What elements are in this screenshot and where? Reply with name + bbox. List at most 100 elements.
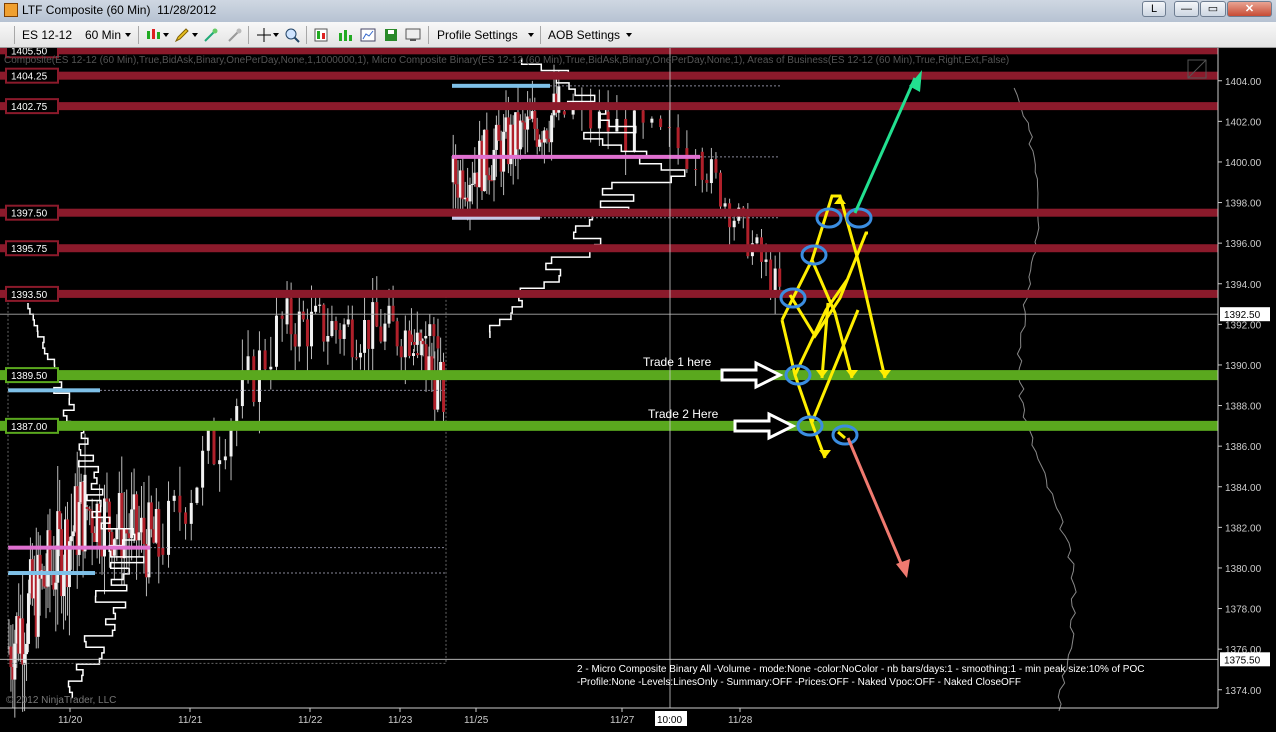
crosshair-time-label: 10:00 [657, 715, 682, 726]
trade-path-arrowhead [819, 450, 831, 458]
resistance-band [0, 289, 1218, 298]
save-icon[interactable] [383, 27, 399, 43]
pencil-icon[interactable] [174, 27, 190, 43]
value-area-line [8, 545, 150, 550]
candle-body [184, 512, 188, 524]
candle-body [13, 643, 17, 680]
zoom-icon[interactable] [284, 27, 300, 43]
candle-body [363, 319, 367, 353]
candle-body [85, 507, 89, 509]
chevron-down-icon[interactable] [125, 33, 131, 37]
properties-icon[interactable] [313, 27, 329, 43]
chart-canvas[interactable]: 1405.501404.251402.751397.501395.751393.… [0, 48, 1276, 732]
candle-body [318, 304, 322, 306]
candle-body [533, 111, 537, 129]
instrument-selector[interactable]: ES 12-12 [22, 28, 72, 42]
window-title: LTF Composite (60 Min) 11/28/2012 [22, 3, 217, 17]
candle-body [280, 315, 284, 319]
candle-body [571, 109, 575, 115]
resistance-band [0, 208, 1218, 217]
chevron-down-icon[interactable] [626, 33, 632, 37]
candle-body [415, 332, 419, 345]
candle-body [314, 305, 318, 312]
price-chart[interactable]: 1405.50 1404.25 1402.75 1397.50 1395.75 1393.… [0, 48, 1276, 732]
chevron-down-icon[interactable] [273, 33, 279, 37]
maximize-button[interactable]: ▭ [1200, 1, 1226, 17]
toolbar-separator [248, 26, 249, 44]
candle-body [468, 184, 472, 202]
minimize-button[interactable]: — [1174, 1, 1199, 17]
support-band [0, 420, 1218, 431]
candle-body [424, 335, 428, 339]
candle-body [269, 366, 273, 370]
candle-body [354, 357, 358, 359]
candle-body [379, 326, 383, 342]
candle-body [350, 319, 354, 358]
time-tick-label: 11/22 [298, 715, 323, 726]
candle-body [667, 127, 671, 129]
indicator-label: Composite(ES 12-12 (60 Min),True,BidAsk,… [4, 55, 1010, 66]
candle-body [137, 532, 141, 541]
candle-body [778, 268, 782, 287]
eraser-icon[interactable] [227, 27, 243, 43]
candle-body [411, 353, 415, 356]
trade-path-line [780, 319, 827, 459]
candle-body [428, 324, 432, 336]
candle-body [105, 498, 109, 502]
resistance-level-label: 1395.75 [11, 244, 48, 255]
candle-body [490, 180, 494, 182]
candle-body [659, 118, 663, 128]
chevron-down-icon[interactable] [192, 33, 198, 37]
candle-body [289, 298, 293, 335]
crosshair-icon[interactable] [256, 27, 272, 43]
candle-body [714, 159, 718, 173]
link-button[interactable]: L [1142, 1, 1166, 17]
aob-settings-button[interactable]: AOB Settings [548, 28, 620, 42]
value-area-line [8, 388, 100, 393]
composite-box [7, 293, 447, 664]
wand-icon[interactable] [203, 27, 219, 43]
candle-body [334, 321, 338, 330]
candle-body [322, 304, 326, 342]
chevron-down-icon[interactable] [163, 33, 169, 37]
candle-body [330, 321, 334, 336]
candle-body [755, 237, 759, 244]
candle-body [383, 323, 387, 342]
candle-body [310, 311, 314, 347]
price-tick-label: 1390.00 [1225, 361, 1262, 372]
candle-body [395, 321, 399, 347]
value-area-line [8, 571, 95, 576]
price-tick-label: 1384.00 [1225, 483, 1262, 494]
candle-body [732, 220, 736, 228]
candle-body [25, 643, 29, 655]
candle-body [178, 495, 182, 513]
candle-body [88, 508, 92, 511]
candlestick-icon[interactable] [145, 27, 161, 43]
candle-body [407, 330, 411, 356]
candle-body [285, 298, 289, 325]
price-tick-label: 1382.00 [1225, 523, 1262, 534]
price-tick-label: 1392.00 [1225, 320, 1262, 331]
price-tick-label: 1404.00 [1225, 77, 1262, 88]
profile-settings-button[interactable]: Profile Settings [437, 28, 518, 42]
candle-body [149, 502, 153, 530]
chevron-down-icon[interactable] [528, 33, 534, 37]
candle-body [346, 319, 350, 325]
price-tick-label: 1386.00 [1225, 442, 1262, 453]
interval-selector[interactable]: 60 Min [85, 28, 121, 42]
time-tick-label: 11/25 [464, 715, 489, 726]
candle-body [700, 151, 704, 180]
price-tick-label: 1398.00 [1225, 199, 1262, 210]
chart-window-icon[interactable] [360, 27, 376, 43]
candle-body [694, 168, 698, 170]
price-tick-label: 1400.00 [1225, 158, 1262, 169]
support-band [0, 370, 1218, 381]
display-icon[interactable] [405, 27, 421, 43]
candle-body [403, 330, 407, 358]
candle-body [432, 324, 436, 337]
candle-body [69, 536, 73, 542]
candle-body [487, 175, 491, 181]
bar-chart-icon[interactable] [337, 27, 353, 43]
close-button[interactable]: ✕ [1227, 1, 1272, 17]
candle-body [485, 129, 489, 176]
